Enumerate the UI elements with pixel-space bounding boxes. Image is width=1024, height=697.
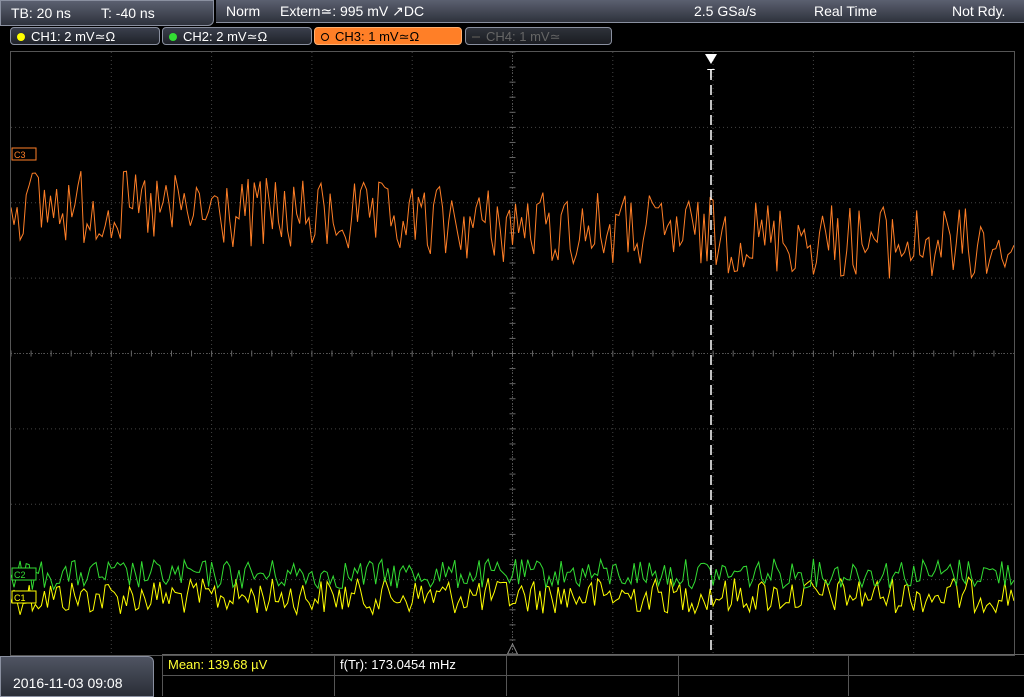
channel-3-label: CH3: 1 mV≃Ω [335, 29, 420, 44]
channel-4-button[interactable]: CH4: 1 mV≃ [465, 27, 612, 45]
ch1-indicator-icon [17, 33, 25, 41]
sample-rate: 2.5 GSa/s [694, 3, 757, 19]
mean-measurement[interactable]: Mean: 139.68 µV [168, 656, 267, 676]
channel-1-label: CH1: 2 mV≃Ω [31, 29, 116, 44]
bottom-bar: 2016-11-03 09:08 Mean: 139.68 µV f(Tr): … [0, 654, 1024, 697]
measurement-divider [678, 655, 679, 696]
markers: T C3 C2 C1 [11, 54, 717, 655]
acquisition-mode: Real Time [814, 3, 878, 19]
channel-4-label: CH4: 1 mV≃ [486, 29, 561, 44]
frequency-measurement[interactable]: f(Tr): 173.0454 mHz [340, 656, 456, 676]
ch3-indicator-icon [321, 33, 329, 41]
channel-row: CH1: 2 mV≃Ω CH2: 2 mV≃Ω CH3: 1 mV≃Ω CH4:… [0, 26, 1024, 48]
ch2-indicator-icon [169, 33, 177, 41]
channel-2-button[interactable]: CH2: 2 mV≃Ω [162, 27, 312, 45]
ch1-marker-label: C1 [14, 593, 26, 603]
ch2-marker-label: C2 [14, 570, 26, 580]
datetime-box: 2016-11-03 09:08 [0, 656, 154, 697]
acquisition-state: Not Rdy. [952, 3, 1006, 19]
timebase-box[interactable]: TB: 20 ns T: -40 ns [0, 0, 214, 26]
trigger-label: T [707, 66, 715, 81]
datetime: 2016-11-03 09:08 [13, 675, 123, 691]
ch2-trace [10, 557, 1015, 591]
measurement-divider [506, 655, 507, 696]
trigger-mode[interactable]: Norm [226, 3, 260, 19]
measurement-divider [162, 655, 163, 696]
ch4-indicator-icon [472, 36, 480, 38]
trigger-source[interactable]: Extern≃: 995 mV ↗DC [280, 3, 424, 20]
waveform-display[interactable]: T C3 C2 C1 [10, 51, 1015, 656]
measurement-divider [848, 655, 849, 696]
measurement-divider [162, 675, 1024, 676]
ch3-marker-label: C3 [14, 150, 26, 160]
channel-3-button[interactable]: CH3: 1 mV≃Ω [314, 27, 462, 45]
trigger-arrow-icon [705, 54, 717, 64]
waveform-svg: T C3 C2 C1 [10, 51, 1015, 655]
status-bar: Norm Extern≃: 995 mV ↗DC 2.5 GSa/s Real … [216, 0, 1024, 23]
graticule [10, 51, 1014, 655]
measurement-divider [334, 655, 335, 696]
measurement-panel[interactable]: Mean: 139.68 µV f(Tr): 173.0454 mHz [162, 654, 1024, 696]
channel-2-label: CH2: 2 mV≃Ω [183, 29, 268, 44]
top-bar: TB: 20 ns T: -40 ns Norm Extern≃: 995 mV… [0, 0, 1024, 26]
trigger-offset-label: T: -40 ns [101, 5, 155, 21]
timebase-label: TB: 20 ns [11, 5, 71, 21]
channel-1-button[interactable]: CH1: 2 mV≃Ω [10, 27, 160, 45]
